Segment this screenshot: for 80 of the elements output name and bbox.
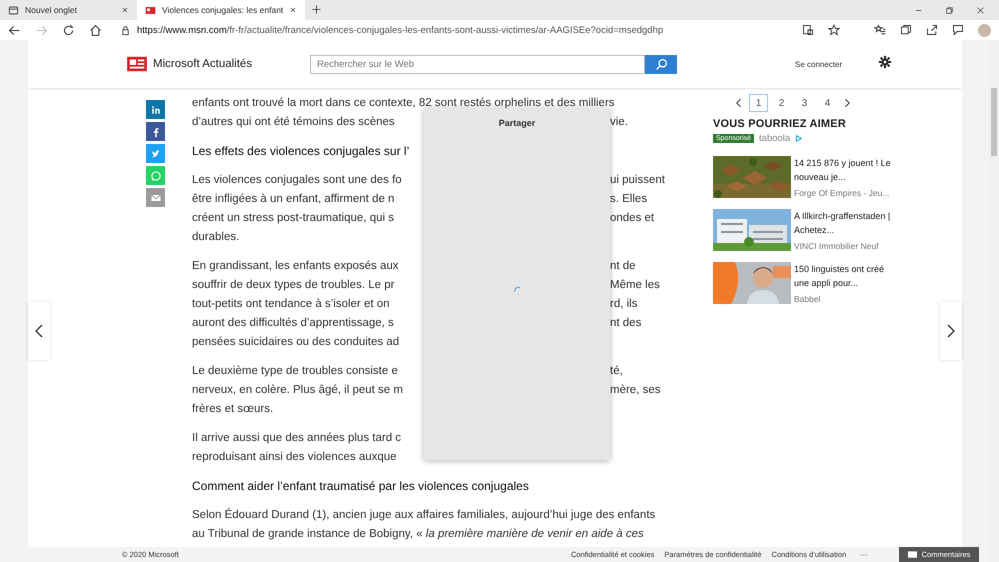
close-icon[interactable] [289,6,298,14]
article-text-line: En grandissant, les enfants exposés aux [192,259,400,274]
article-text-line: nerveux, en colère. Plus âgé, il peut se m [192,383,404,398]
article-text-line: nt de [610,259,637,274]
news-logo-icon [145,4,156,16]
dialog-title: Partager [498,118,536,128]
article-text-line: ondes et [610,211,656,226]
article-text-line: vie. [610,115,629,130]
recommendation-source: VINCI Immobilier Neuf [794,241,880,251]
article-text-line: pensées suicidaires ou des conduites ad [192,336,400,348]
search-field[interactable]: Rechercher sur le Web [310,54,645,74]
share-icon[interactable] [926,24,938,36]
section-heading: Comment aider l’enfant traumatisé par les violences conjugales [192,479,529,493]
restore-icon[interactable] [945,6,954,14]
article-text-line: créent un stress post-traumatique, qui s [192,211,395,226]
linkedin-icon [150,104,162,116]
page-number[interactable]: 4 [818,94,837,112]
article-text-line: nt des [610,316,642,331]
page-icon [8,4,19,16]
article-text-line: rd, ils [610,297,638,312]
chevron-right-icon [946,324,956,338]
search-button[interactable] [645,54,677,74]
comment-icon [908,550,917,558]
feedback-icon[interactable] [952,24,964,36]
facebook-share-button[interactable] [146,122,165,141]
article-text-line: frères et sœurs. [192,403,274,415]
article-text-line: mère, ses [610,383,662,398]
page-number[interactable]: 1 [749,94,768,112]
home-icon[interactable] [89,24,102,36]
back-icon[interactable] [8,24,21,36]
article-text-line: d’autres qui ont été témoins des scènes [192,115,396,130]
article-text-line: ui puissent [610,173,666,188]
browser-tab[interactable]: Nouvel onglet [0,0,137,20]
browser-tab[interactable]: Violences conjugales: les enfant [137,0,306,20]
article-text-line: enfants ont trouvé la mort dans ce contexte, 82 sont restés orphelins et des milliers [192,97,615,109]
star-icon[interactable] [828,24,840,36]
article-text-line: Il arrive aussi que des années plus tard c [192,432,402,444]
email-share-button[interactable] [146,188,165,207]
recommendation-title[interactable]: 14 215 876 y jouent ! Le nouveau je... [794,156,894,184]
linkedin-share-button[interactable] [146,100,165,119]
whatsapp-icon [150,170,162,182]
settings-icon[interactable] [878,54,892,68]
news-logo-icon[interactable] [127,55,147,73]
recommendation-source: Babbel [794,294,822,304]
recommendation-title[interactable]: A Illkirch-graffenstaden | Achetez... [794,209,894,237]
article-text-line: souffrir de deux types de troubles. Le pr [192,278,396,293]
article-text-line: Le deuxième type de troubles consiste e [192,364,399,379]
new-tab-icon[interactable] [311,4,322,14]
bird-icon [150,148,162,160]
reader-icon[interactable] [802,24,814,36]
article-text-line: être infligées à un enfant, affirment de n [192,192,396,207]
article-text-line: tout-petits ont tendance à s’isoler et on [192,297,391,312]
article-text-line: auront des difficultés d’apprentissage, s [192,316,395,331]
section-heading: Les effets des violences conjugales sur l’ [192,144,410,158]
twitter-share-button[interactable] [146,144,165,163]
section-heading: VOUS POURRIEZ AIMER [713,118,847,130]
search-icon [654,58,668,70]
page-number[interactable]: 3 [795,94,814,112]
recommendation-source: Forge Of Empires - Jeu... [794,188,890,198]
close-icon[interactable] [121,6,129,14]
sign-in-link[interactable]: Se connecter [795,60,842,68]
article-text-line: reproduisant ainsi des violences auxque [192,451,397,463]
article-text-line: té, [610,364,624,379]
article-text-line: s. Elles [610,192,648,207]
collections-icon[interactable] [900,24,912,36]
article-text-line: durables. [192,231,240,243]
favorites-icon[interactable] [874,24,886,36]
page-number[interactable]: 2 [772,94,791,112]
lock-icon [120,24,131,36]
chevron-left-icon [34,324,44,338]
provider-name[interactable]: taboola [759,133,790,144]
article-text-line: Selon Édouard Durand (1), ancien juge aux affaires familiales, aujourd’hui juge des enfants [192,509,656,521]
close-icon[interactable] [976,6,985,14]
article-text-line: au Tribunal de grande instance de Bobigny, « la première manière de venir en aide à ces [192,528,644,540]
recommendation-title[interactable]: 150 linguistes ont créé une appli pour... [794,262,894,290]
site-logo-text[interactable]: Microsoft Actualités [153,58,252,70]
article-text-line: Les violences conjugales sont une des fo [192,173,403,188]
ad-choices-icon[interactable] [795,135,802,142]
refresh-icon[interactable] [62,24,75,36]
article-text-line: Même les [610,278,661,293]
